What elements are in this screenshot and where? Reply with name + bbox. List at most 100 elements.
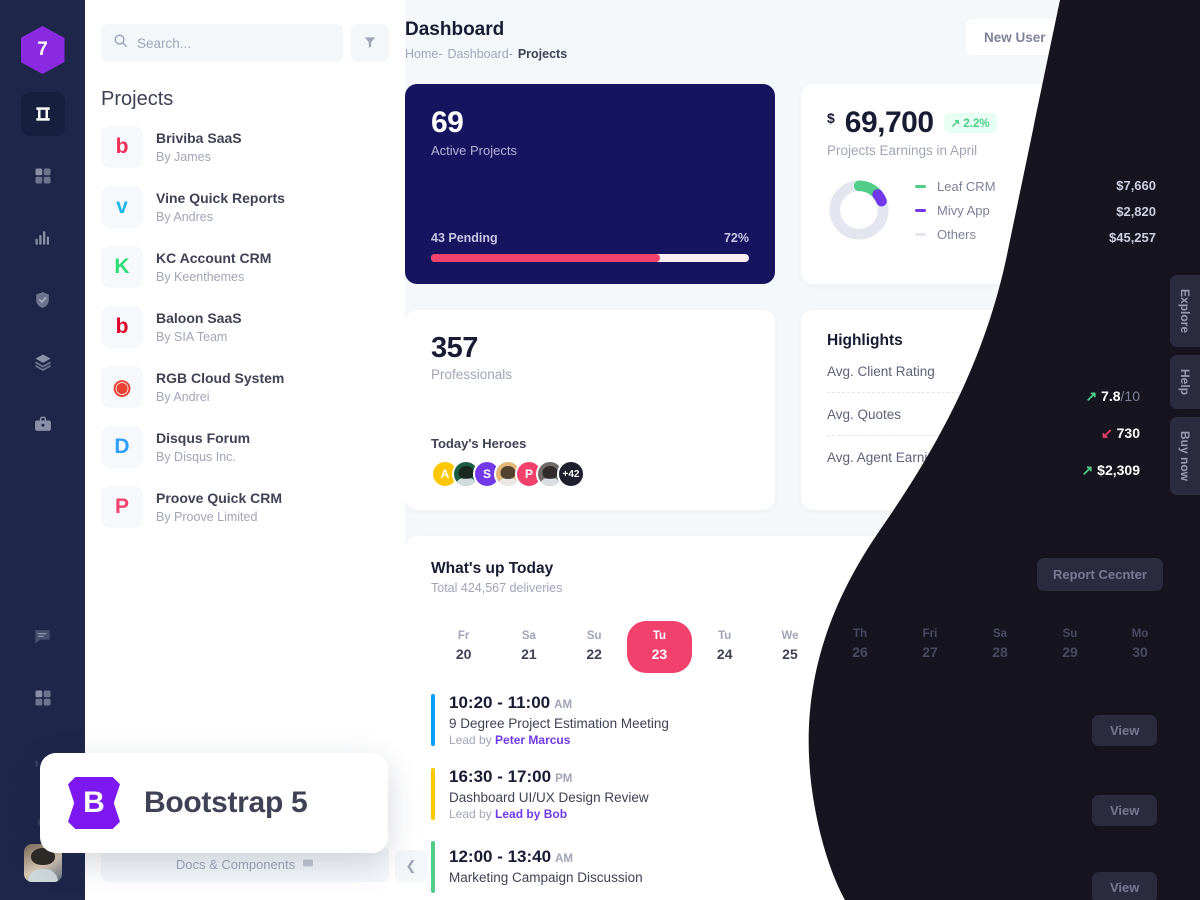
- highlights-title: Highlights: [827, 332, 903, 349]
- event-ampm: AM: [555, 853, 573, 865]
- breadcrumb-dashboard[interactable]: Dashboard-: [448, 47, 513, 61]
- day-cell[interactable]: Su 29: [1018, 621, 1083, 673]
- heroes-avatar-stack: A S P +42: [431, 460, 749, 488]
- side-tab-buy-now[interactable]: Buy now: [1170, 417, 1200, 496]
- rail-item-analytics[interactable]: [21, 216, 65, 260]
- project-item[interactable]: D Disqus Forum By Disqus Inc.: [85, 417, 405, 477]
- day-cell[interactable]: Th 26: [823, 621, 888, 673]
- rail-item-projects[interactable]: [21, 402, 65, 446]
- rail-item-grid-2[interactable]: [21, 676, 65, 720]
- highlight-label: Avg. Client Rating: [827, 363, 935, 379]
- earnings-headline: $ 69,700 ↗ 2.2%: [827, 106, 1149, 140]
- highlight-row: Avg. Client Rating ↗ 7.8/10: [827, 350, 1149, 392]
- day-number: 26: [847, 646, 864, 662]
- project-text: Briviba SaaS By James: [156, 128, 242, 166]
- event-details: 16:30 - 17:00 PM Dashboard UI/UX Design Re…: [449, 767, 649, 821]
- highlight-number: 7.8: [1103, 363, 1123, 379]
- rail-item-security[interactable]: [21, 278, 65, 322]
- day-of-week: Fri: [913, 630, 928, 642]
- day-of-week: Sa: [521, 630, 536, 642]
- today-subtitle: Total 424,567 deliveries: [431, 581, 563, 595]
- project-text: RGB Cloud System By Andrei: [156, 368, 284, 406]
- event-color-bar: [431, 694, 435, 746]
- day-cell[interactable]: Sa 28: [953, 621, 1018, 673]
- day-of-week: We: [781, 630, 799, 642]
- event-color-bar: [431, 768, 435, 820]
- event-view-button[interactable]: View: [1083, 851, 1149, 883]
- project-item[interactable]: P Proove Quick CRM By Proove Limited: [85, 477, 405, 537]
- legend-value: $7,660: [1109, 178, 1149, 194]
- side-tab-help[interactable]: Help: [1170, 355, 1200, 410]
- event-time: 16:30 - 17:00 PM: [449, 767, 573, 786]
- bootstrap-badge-text: Bootstrap 5: [144, 786, 308, 819]
- breadcrumb-home[interactable]: Home-: [405, 47, 443, 61]
- project-list: b Briviba SaaS By James v Vine Quick Reports…: [85, 117, 405, 537]
- rail-item-layers[interactable]: [21, 340, 65, 384]
- highlights-rows: Avg. Client Rating ↗ 7.8/10 Avg. Quotes ↙ 730…: [827, 350, 1149, 478]
- docs-icon: [302, 857, 314, 872]
- rail-item-chat[interactable]: [21, 614, 65, 658]
- day-cell[interactable]: Su 22: [562, 621, 627, 673]
- highlight-row: Avg. Quotes ↙ 730: [827, 392, 1149, 435]
- event-ampm: PM: [555, 773, 573, 785]
- legend-color-dash: [915, 208, 926, 212]
- main-content: Dashboard Home- Dashboard- Projects New …: [405, 0, 1200, 900]
- collapse-panel-button[interactable]: ❮: [395, 850, 427, 882]
- event-view-button[interactable]: View: [1083, 778, 1149, 810]
- legend-label: Others: [937, 226, 977, 242]
- day-cell[interactable]: We 25: [757, 621, 822, 673]
- report-center-button[interactable]: Report Cecnter: [1023, 560, 1149, 593]
- day-cell[interactable]: Sa 21: [496, 621, 561, 673]
- cards-row-2: 357 Professionals Today's Heroes A S P +42 …: [405, 310, 1175, 510]
- search-input[interactable]: [137, 35, 331, 51]
- day-of-week: Fr: [457, 630, 470, 642]
- professionals-label: Professionals: [431, 367, 513, 382]
- project-item[interactable]: b Baloon SaaS By SIA Team: [85, 297, 405, 357]
- search-box[interactable]: [101, 24, 343, 62]
- day-cell[interactable]: Mo 30: [1084, 621, 1149, 673]
- active-projects-count: 69: [431, 106, 464, 139]
- event-name: 9 Degree Project Estimation Meeting: [449, 716, 669, 731]
- highlight-value: ↗ 7.8/10: [1085, 363, 1149, 379]
- project-item[interactable]: K KC Account CRM By Keenthemes: [85, 237, 405, 297]
- progress-track: [431, 254, 749, 262]
- event-color-bar: [431, 841, 435, 893]
- project-item[interactable]: b Briviba SaaS By James: [85, 117, 405, 177]
- grid-icon: [34, 167, 52, 185]
- project-item[interactable]: ◉ RGB Cloud System By Andrei: [85, 357, 405, 417]
- project-name: Proove Quick CRM: [156, 489, 283, 506]
- legend-row: Mivy App $2,820: [915, 203, 1149, 218]
- day-cell[interactable]: Fri 27: [888, 621, 953, 673]
- rail-item-grid[interactable]: [21, 154, 65, 198]
- app-logo[interactable]: 7: [20, 26, 65, 74]
- project-author: By James: [156, 150, 211, 165]
- breadcrumb-current: Projects: [517, 46, 568, 61]
- event-name: Marketing Campaign Discussion: [449, 870, 643, 885]
- event-time: 12:00 - 13:40 AM: [449, 847, 573, 866]
- filter-button[interactable]: [351, 24, 389, 62]
- earnings-card: $ 69,700 ↗ 2.2% Projects Earnings in Apr…: [801, 84, 1175, 284]
- day-cell[interactable]: Fr 20: [431, 621, 496, 673]
- day-of-week: Tu: [718, 630, 732, 642]
- filter-icon: [363, 35, 377, 52]
- day-cell[interactable]: Tu 23: [626, 621, 693, 673]
- earnings-delta-badge: ↗ 2.2%: [943, 113, 997, 133]
- highlight-value: ↙ 730: [1101, 406, 1149, 422]
- highlight-value: ↗ $2,309: [1081, 449, 1149, 465]
- layers-icon: [33, 352, 53, 372]
- event-lead: Lead by Peter Marcus: [449, 733, 571, 747]
- professionals-card: 357 Professionals Today's Heroes A S P +42: [405, 310, 775, 510]
- new-goal-button[interactable]: New Goal: [1073, 18, 1175, 56]
- side-tab-explore[interactable]: Explore: [1170, 275, 1200, 348]
- event-details: 12:00 - 13:40 AM Marketing Campaign Discus…: [449, 847, 643, 887]
- day-cell[interactable]: Tu 24: [692, 621, 757, 673]
- avatar-overflow-count[interactable]: +42: [557, 460, 585, 488]
- event-view-button[interactable]: View: [1083, 704, 1149, 736]
- new-user-button[interactable]: New User: [965, 19, 1064, 55]
- project-logo-icon: b: [101, 126, 143, 168]
- event-details: 10:20 - 11:00 AM 9 Degree Project Estimati…: [449, 693, 669, 747]
- rail-item-box[interactable]: [20, 92, 65, 136]
- project-name: Disqus Forum: [156, 429, 251, 446]
- project-item[interactable]: v Vine Quick Reports By Andres: [85, 177, 405, 237]
- project-text: Proove Quick CRM By Proove Limited: [156, 488, 282, 526]
